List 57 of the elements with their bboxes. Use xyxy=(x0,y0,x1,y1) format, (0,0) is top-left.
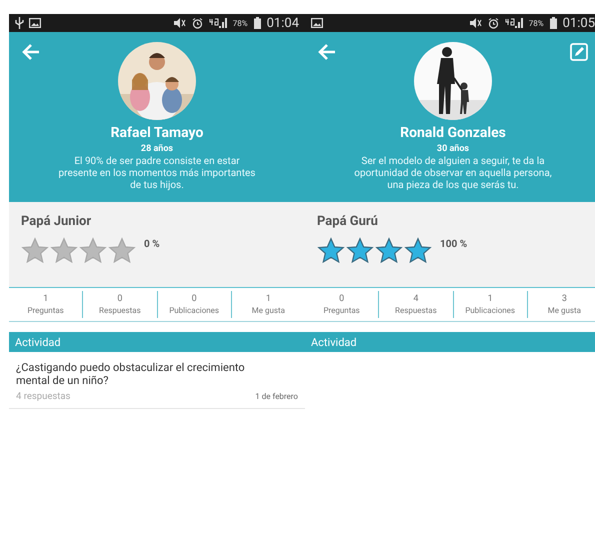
star-icon xyxy=(79,237,107,265)
back-arrow-icon[interactable] xyxy=(21,42,41,62)
stat-label: Publicaciones xyxy=(465,306,516,315)
stat-count: 1 xyxy=(43,294,48,304)
answer-count: 4 respuestas xyxy=(16,391,70,402)
stat-count: 0 xyxy=(192,294,197,304)
profile-name: Rafael Tamayo xyxy=(110,125,204,141)
stat-label: Respuestas xyxy=(99,306,141,315)
stat-count: 4 xyxy=(413,294,418,304)
profile-age: 30 años xyxy=(436,144,470,154)
battery-icon xyxy=(254,17,261,29)
profile-quote: El 90% de ser padre consiste en estar presente en los momentos más importantes de tus hijos. xyxy=(58,156,256,192)
image-icon xyxy=(29,18,41,28)
network-icon xyxy=(208,18,227,28)
usb-icon xyxy=(15,17,24,29)
question-title: ¿Castigando puedo obstaculizar el crecimiento mental de un niño? xyxy=(16,361,246,387)
star-icon xyxy=(108,237,136,265)
clock-time: 01:04 xyxy=(266,16,299,30)
stat-count: 0 xyxy=(339,294,344,304)
stat-label: Me gusta xyxy=(548,306,581,315)
level-title: Papá Junior xyxy=(21,214,92,229)
star-icon xyxy=(50,237,78,265)
level-title: Papá Gurú xyxy=(317,214,379,229)
star-icon xyxy=(404,237,432,265)
network-icon xyxy=(504,18,523,28)
stat-count: 1 xyxy=(266,294,271,304)
mute-icon xyxy=(468,18,482,28)
stat-count: 1 xyxy=(488,294,493,304)
battery-percent: 78% xyxy=(232,18,248,28)
stat-label: Publicaciones xyxy=(169,306,220,315)
back-arrow-icon[interactable] xyxy=(317,42,337,62)
stat-label: Respuestas xyxy=(395,306,437,315)
image-icon xyxy=(311,18,323,28)
stat-count: 0 xyxy=(117,294,122,304)
stat-label: Preguntas xyxy=(27,306,64,315)
section-header: Actividad xyxy=(305,332,595,352)
level-percent: 0 % xyxy=(144,239,160,250)
alarm-icon xyxy=(488,18,499,28)
post-date: 1 de febrero xyxy=(255,392,298,401)
mute-icon xyxy=(172,18,186,28)
alarm-icon xyxy=(192,18,203,28)
profile-quote: Ser el modelo de alguien a seguir, te da la oportunidad de observar en aquella persona, una pieza de los que serás tu. xyxy=(353,156,553,192)
battery-percent: 78% xyxy=(528,18,544,28)
section-header: Actividad xyxy=(9,332,305,352)
profile-age: 28 años xyxy=(140,144,174,154)
star-icon xyxy=(375,237,403,265)
battery-icon xyxy=(550,17,557,29)
stat-label: Me gusta xyxy=(252,306,285,315)
stat-label: Preguntas xyxy=(323,306,360,315)
clock-time: 01:05 xyxy=(562,16,595,30)
edit-icon[interactable] xyxy=(569,42,589,62)
profile-name: Ronald Gonzales xyxy=(400,125,506,141)
level-percent: 100 % xyxy=(440,239,468,250)
star-icon xyxy=(21,237,49,265)
star-icon xyxy=(346,237,374,265)
star-icon xyxy=(317,237,345,265)
stat-count: 3 xyxy=(562,294,567,304)
